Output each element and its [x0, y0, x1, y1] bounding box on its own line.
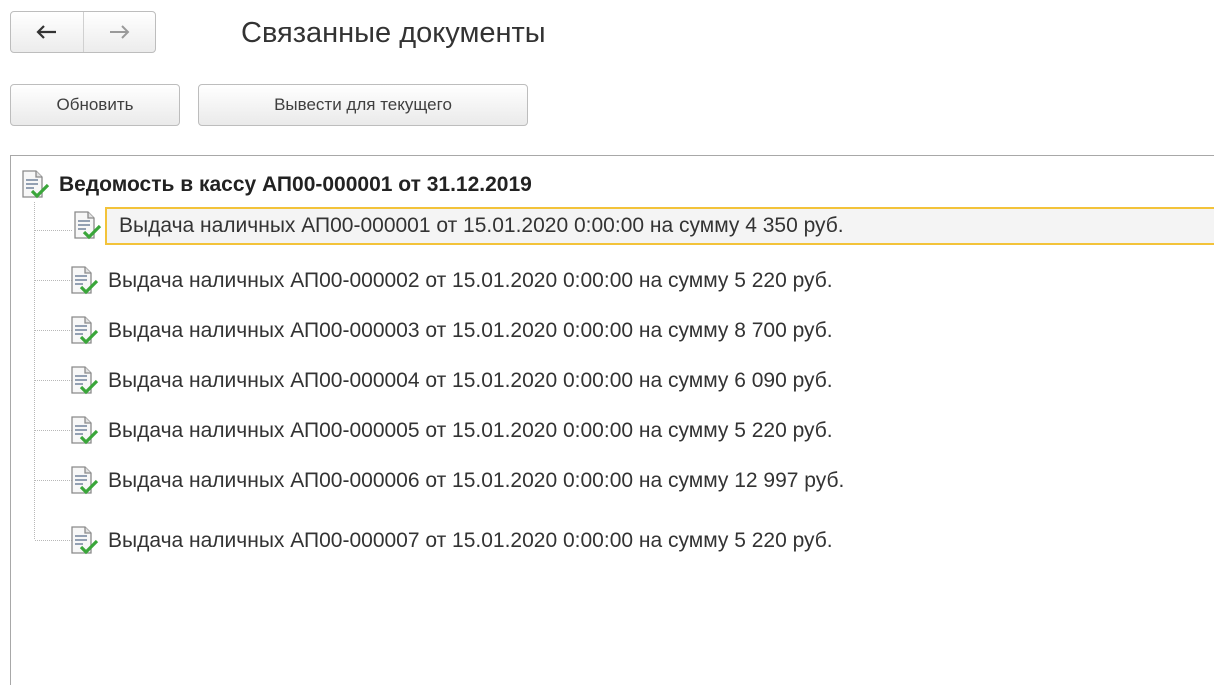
tree-item-label: Выдача наличных АП00-000003 от 15.01.202…: [108, 319, 833, 342]
arrow-right-icon: [110, 25, 130, 39]
posted-document-icon: [71, 416, 99, 445]
tree-root-node[interactable]: Ведомость в кассу АП00-000001 от 31.12.2…: [19, 170, 532, 200]
tree-item-4[interactable]: Выдача наличных АП00-000004 от 15.01.202…: [68, 362, 833, 400]
posted-document-icon: [22, 170, 50, 199]
tree-item-label: Выдача наличных АП00-000004 от 15.01.202…: [108, 369, 833, 392]
history-nav: [10, 11, 156, 53]
tree-root-label: Ведомость в кассу АП00-000001 от 31.12.2…: [59, 173, 532, 196]
page-title: Связанные документы: [241, 17, 546, 49]
show-for-current-button[interactable]: Вывести для текущего: [198, 84, 528, 126]
back-button[interactable]: [11, 12, 83, 52]
tree-item-7[interactable]: Выдача наличных АП00-000007 от 15.01.202…: [68, 522, 833, 560]
refresh-button[interactable]: Обновить: [10, 84, 180, 126]
tree-item-5[interactable]: Выдача наличных АП00-000005 от 15.01.202…: [68, 412, 833, 450]
forward-button[interactable]: [82, 12, 156, 52]
posted-document-icon: [71, 466, 99, 495]
arrow-left-icon: [36, 25, 56, 39]
tree-item-label: Выдача наличных АП00-000007 от 15.01.202…: [108, 529, 833, 552]
posted-document-icon: [74, 211, 102, 240]
tree-item-label: Выдача наличных АП00-000006 от 15.01.202…: [108, 469, 845, 492]
tree-item-label: Выдача наличных АП00-000005 от 15.01.202…: [108, 419, 833, 442]
tree-item-label: Выдача наличных АП00-000001 от 15.01.202…: [119, 214, 844, 237]
posted-document-icon: [71, 366, 99, 395]
posted-document-icon: [71, 266, 99, 295]
tree-item-2[interactable]: Выдача наличных АП00-000002 от 15.01.202…: [68, 262, 833, 300]
related-documents-tree[interactable]: Ведомость в кассу АП00-000001 от 31.12.2…: [10, 155, 1214, 685]
tree-item-6[interactable]: Выдача наличных АП00-000006 от 15.01.202…: [68, 462, 844, 500]
tree-item-1[interactable]: Выдача наличных АП00-000001 от 15.01.202…: [105, 207, 1214, 245]
tree-item-label: Выдача наличных АП00-000002 от 15.01.202…: [108, 269, 833, 292]
posted-document-icon: [71, 316, 99, 345]
tree-item-3[interactable]: Выдача наличных АП00-000003 от 15.01.202…: [68, 312, 833, 350]
posted-document-icon: [71, 526, 99, 555]
